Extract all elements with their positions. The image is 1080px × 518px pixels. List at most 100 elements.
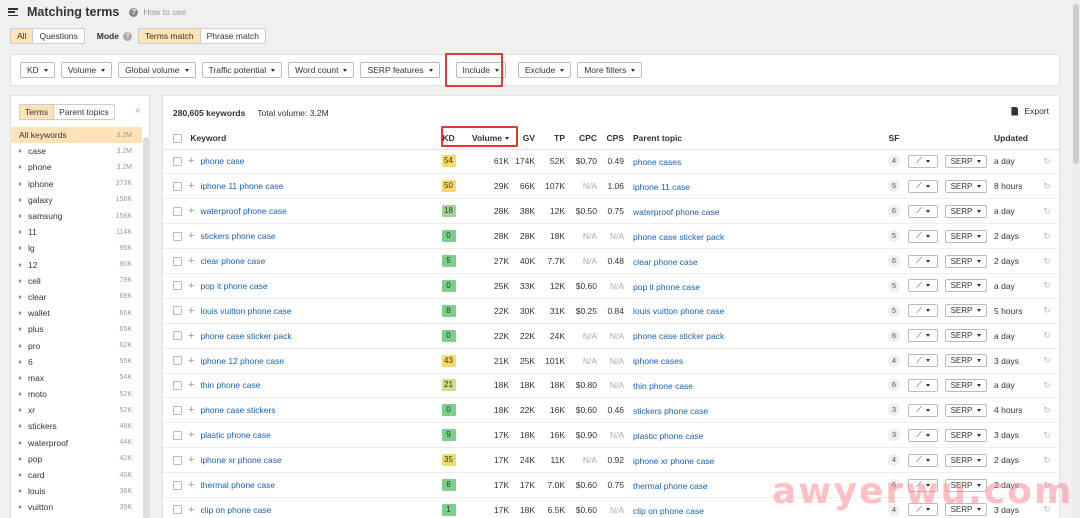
sidebar-item-max[interactable]: max 54K [11, 370, 142, 386]
parent-topic-link[interactable]: thermal phone case [633, 480, 708, 490]
sf-count-badge[interactable]: 5 [888, 279, 900, 292]
collapse-sidebar-icon[interactable]: « [135, 105, 141, 116]
row-checkbox[interactable] [173, 505, 182, 515]
export-button[interactable]: Export [1011, 106, 1049, 116]
parent-topic-link[interactable]: clip on phone case [633, 505, 704, 515]
expand-triangle-icon[interactable] [19, 505, 22, 510]
expand-triangle-icon[interactable] [19, 197, 22, 202]
serp-dropdown[interactable]: SERP [945, 478, 987, 492]
refresh-icon[interactable]: ↻ [1043, 455, 1051, 465]
expand-triangle-icon[interactable] [19, 375, 22, 380]
refresh-icon[interactable]: ↻ [1043, 330, 1051, 340]
filter-word-count[interactable]: Word count [288, 62, 355, 78]
refresh-icon[interactable]: ↻ [1043, 156, 1051, 166]
expand-triangle-icon[interactable] [19, 392, 22, 397]
parent-topic-link[interactable]: phone case sticker pack [633, 331, 724, 341]
column-keyword[interactable]: Keyword [163, 127, 433, 150]
expand-triangle-icon[interactable] [19, 343, 22, 348]
serp-dropdown[interactable]: SERP [945, 354, 987, 368]
serp-dropdown[interactable]: SERP [945, 403, 987, 417]
keyword-link[interactable]: waterproof phone case [200, 206, 286, 216]
expand-triangle-icon[interactable] [19, 327, 22, 332]
keyword-link[interactable]: iphone xr phone case [200, 455, 281, 465]
how-to-use-link[interactable]: ? How to use [129, 7, 186, 17]
serp-dropdown[interactable]: SERP [945, 304, 987, 318]
expand-triangle-icon[interactable] [19, 311, 22, 316]
column-cpc[interactable]: CPC [568, 127, 600, 150]
filter-serp-features[interactable]: SERP features [360, 62, 440, 78]
trend-dropdown[interactable]: ⟋ [908, 279, 938, 293]
keyword-link[interactable]: thermal phone case [200, 480, 275, 490]
row-checkbox[interactable] [173, 156, 182, 166]
scope-questions-button[interactable]: Questions [33, 29, 83, 43]
row-checkbox[interactable] [173, 231, 182, 241]
sidebar-item-samsung[interactable]: samsung 158K [11, 208, 142, 224]
refresh-icon[interactable]: ↻ [1043, 181, 1051, 191]
filter-kd[interactable]: KD [20, 62, 55, 78]
row-checkbox[interactable] [173, 306, 182, 316]
expand-triangle-icon[interactable] [19, 181, 22, 186]
parent-topic-link[interactable]: iphone xr phone case [633, 456, 714, 466]
expand-triangle-icon[interactable] [19, 489, 22, 494]
expand-triangle-icon[interactable] [19, 456, 22, 461]
sidebar-item-wallet[interactable]: wallet 66K [11, 305, 142, 321]
parent-topic-link[interactable]: iphone 11 case [633, 182, 690, 192]
refresh-icon[interactable]: ↻ [1043, 256, 1051, 266]
column-sf[interactable]: SF [883, 127, 905, 150]
parent-topic-link[interactable]: phone case sticker pack [633, 231, 724, 241]
trend-dropdown[interactable]: ⟋ [908, 378, 938, 392]
sf-count-badge[interactable]: 3 [888, 429, 900, 442]
sf-count-badge[interactable]: 3 [888, 404, 900, 417]
expand-triangle-icon[interactable] [19, 440, 22, 445]
sf-count-badge[interactable]: 6 [888, 329, 900, 342]
keyword-link[interactable]: pop it phone case [200, 281, 267, 291]
phrase-match-button[interactable]: Phrase match [201, 29, 265, 43]
expand-triangle-icon[interactable] [19, 230, 22, 235]
row-checkbox[interactable] [173, 256, 182, 266]
keyword-link[interactable]: clear phone case [200, 256, 265, 266]
add-keyword-icon[interactable]: + [188, 429, 194, 441]
trend-dropdown[interactable]: ⟋ [908, 354, 938, 368]
sidebar-item-xr[interactable]: xr 52K [11, 402, 142, 418]
select-all-checkbox[interactable] [173, 133, 182, 143]
keyword-link[interactable]: plastic phone case [200, 430, 270, 440]
menu-icon[interactable] [8, 8, 18, 16]
sidebar-item-clear[interactable]: clear 69K [11, 289, 142, 305]
sf-count-badge[interactable]: 4 [888, 503, 900, 516]
refresh-icon[interactable]: ↻ [1043, 231, 1051, 241]
sidebar-item-plus[interactable]: plus 65K [11, 321, 142, 337]
sidebar-item-vuitton[interactable]: vuitton 35K [11, 499, 142, 515]
expand-triangle-icon[interactable] [19, 214, 22, 219]
sf-count-badge[interactable]: 4 [888, 155, 900, 168]
parent-topic-link[interactable]: waterproof phone case [633, 207, 719, 217]
expand-triangle-icon[interactable] [19, 246, 22, 251]
column-cps[interactable]: CPS [600, 127, 627, 150]
expand-triangle-icon[interactable] [19, 262, 22, 267]
refresh-icon[interactable]: ↻ [1043, 355, 1051, 365]
row-checkbox[interactable] [173, 430, 182, 440]
add-keyword-icon[interactable]: + [188, 355, 194, 367]
column-parent-topic[interactable]: Parent topic [627, 127, 883, 150]
sidebar-item-all-keywords[interactable]: All keywords 3.2M [11, 127, 142, 144]
parent-topic-link[interactable]: stickers phone case [633, 406, 708, 416]
sidebar-item-11[interactable]: 11 114K [11, 224, 142, 240]
expand-triangle-icon[interactable] [19, 294, 22, 299]
sidebar-item-louis[interactable]: louis 36K [11, 483, 142, 499]
serp-dropdown[interactable]: SERP [945, 329, 987, 343]
trend-dropdown[interactable]: ⟋ [908, 304, 938, 318]
trend-dropdown[interactable]: ⟋ [908, 329, 938, 343]
keyword-link[interactable]: stickers phone case [200, 231, 275, 241]
sidebar-item-galaxy[interactable]: galaxy 158K [11, 192, 142, 208]
trend-dropdown[interactable]: ⟋ [908, 154, 938, 168]
sidebar-item-case[interactable]: case 3.2M [11, 143, 142, 159]
expand-triangle-icon[interactable] [19, 165, 22, 170]
expand-triangle-icon[interactable] [19, 149, 22, 154]
trend-dropdown[interactable]: ⟋ [908, 453, 938, 467]
sf-count-badge[interactable]: 5 [888, 230, 900, 243]
serp-dropdown[interactable]: SERP [945, 254, 987, 268]
filter-exclude[interactable]: Exclude [517, 62, 572, 78]
sf-count-badge[interactable]: 5 [888, 180, 900, 193]
sidebar-item-phone[interactable]: phone 3.2M [11, 159, 142, 175]
row-checkbox[interactable] [173, 356, 182, 366]
add-keyword-icon[interactable]: + [188, 404, 194, 416]
